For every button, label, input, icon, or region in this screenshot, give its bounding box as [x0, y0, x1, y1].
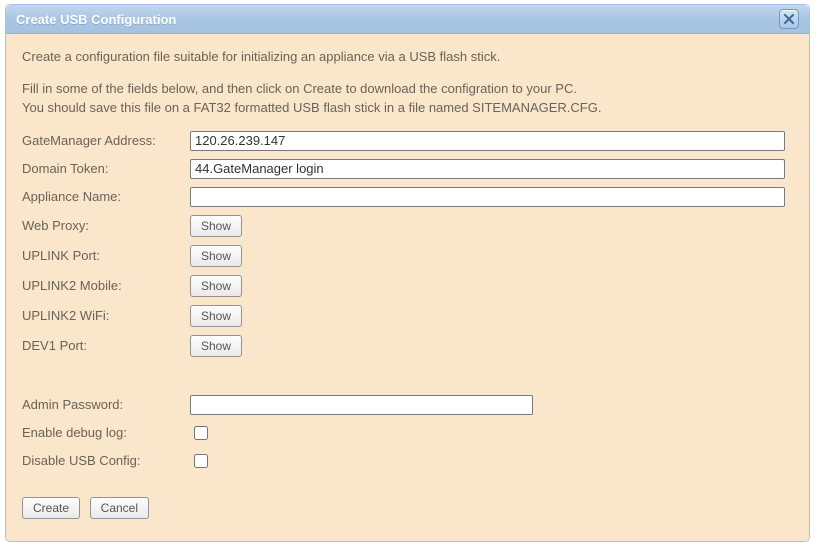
dev1-port-label: DEV1 Port: — [22, 331, 190, 361]
uplink2-mobile-label: UPLINK2 Mobile: — [22, 271, 190, 301]
dialog-title: Create USB Configuration — [16, 12, 779, 27]
web-proxy-show-button[interactable]: Show — [190, 215, 242, 237]
gatemanager-address-input[interactable] — [190, 131, 785, 151]
enable-debug-log-label: Enable debug log: — [22, 419, 190, 447]
uplink2-wifi-label: UPLINK2 WiFi: — [22, 301, 190, 331]
dialog-actions: Create Cancel — [22, 497, 793, 519]
uplink2-wifi-show-button[interactable]: Show — [190, 305, 242, 327]
intro-line-3: You should save this file on a FAT32 for… — [22, 99, 793, 117]
config-form: GateManager Address: Domain Token: Appli… — [22, 127, 793, 475]
close-icon — [784, 12, 794, 27]
intro-line-2: Fill in some of the fields below, and th… — [22, 80, 793, 98]
create-button[interactable]: Create — [22, 497, 80, 519]
intro-text: Create a configuration file suitable for… — [22, 48, 793, 117]
enable-debug-log-checkbox[interactable] — [194, 426, 208, 440]
titlebar: Create USB Configuration — [6, 5, 809, 34]
uplink2-mobile-show-button[interactable]: Show — [190, 275, 242, 297]
domain-token-input[interactable] — [190, 159, 785, 179]
dialog-content: Create a configuration file suitable for… — [6, 34, 809, 541]
intro-line-1: Create a configuration file suitable for… — [22, 48, 793, 66]
appliance-name-label: Appliance Name: — [22, 183, 190, 211]
uplink-port-show-button[interactable]: Show — [190, 245, 242, 267]
gatemanager-address-label: GateManager Address: — [22, 127, 190, 155]
disable-usb-config-checkbox[interactable] — [194, 454, 208, 468]
admin-password-label: Admin Password: — [22, 391, 190, 419]
uplink-port-label: UPLINK Port: — [22, 241, 190, 271]
dev1-port-show-button[interactable]: Show — [190, 335, 242, 357]
web-proxy-label: Web Proxy: — [22, 211, 190, 241]
domain-token-label: Domain Token: — [22, 155, 190, 183]
close-button[interactable] — [779, 9, 799, 29]
appliance-name-input[interactable] — [190, 187, 785, 207]
disable-usb-config-label: Disable USB Config: — [22, 447, 190, 475]
admin-password-input[interactable] — [190, 395, 533, 415]
usb-config-dialog: Create USB Configuration Create a config… — [5, 4, 810, 542]
cancel-button[interactable]: Cancel — [90, 497, 149, 519]
